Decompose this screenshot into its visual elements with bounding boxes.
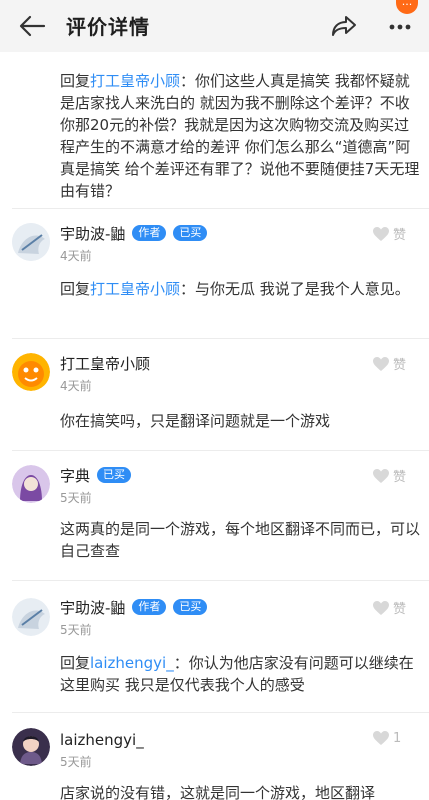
purchased-badge: 已买 — [173, 599, 208, 615]
like-button[interactable]: 赞 — [372, 224, 406, 243]
name-row: laizhengyi_ — [60, 730, 144, 750]
like-label: 赞 — [393, 228, 407, 243]
heart-icon — [373, 468, 389, 483]
comment-text: 你在搞笑吗，只是翻译问题就是一个游戏 — [60, 412, 331, 430]
like-button[interactable]: 赞 — [372, 354, 406, 373]
username[interactable]: 字典 — [60, 465, 90, 486]
reply-prefix: 回复 — [60, 654, 91, 672]
heart-icon — [373, 226, 389, 241]
author-badge: 作者 — [132, 599, 167, 615]
divider — [12, 712, 429, 713]
like-count: 1 — [393, 730, 402, 746]
share-icon[interactable] — [330, 12, 358, 40]
avatar[interactable] — [12, 598, 50, 636]
name-row: 宇助波-鼬 作者 已买 — [60, 597, 208, 618]
reply-body: ：你们这些人真是搞笑 我都怀疑就是店家找人来洗白的 就因为我不删除这个差评？不收… — [60, 72, 420, 200]
reply-target-link[interactable]: 打工皇帝小顾 — [90, 280, 180, 298]
comment-time: 5天前 — [60, 755, 92, 769]
comment-time: 4天前 — [60, 249, 92, 263]
purchased-badge: 已买 — [97, 467, 132, 483]
username[interactable]: 宇助波-鼬 — [60, 597, 125, 618]
like-button[interactable]: 1 — [372, 730, 401, 746]
like-button[interactable]: 赞 — [372, 466, 406, 485]
comment-time: 4天前 — [60, 379, 92, 393]
like-button[interactable]: 赞 — [372, 598, 406, 617]
comment-time: 5天前 — [60, 623, 92, 637]
avatar[interactable] — [12, 353, 50, 391]
divider — [12, 450, 429, 451]
name-row: 打工皇帝小顾 — [60, 353, 150, 373]
heart-icon — [373, 356, 389, 371]
comment-time: 5天前 — [60, 491, 92, 505]
name-row: 宇助波-鼬 作者 已买 — [60, 223, 208, 244]
username[interactable]: 打工皇帝小顾 — [60, 353, 150, 374]
reply-target-link[interactable]: 打工皇帝小顾 — [90, 72, 180, 90]
purchased-badge: 已买 — [173, 225, 208, 241]
name-row: 字典 已买 — [60, 465, 132, 486]
comment-text: 这两真的是同一个游戏，每个地区翻译不同而已，可以自己查查 — [60, 520, 421, 560]
page-title: 评价详情 — [66, 15, 150, 39]
comment-text: 回复打工皇帝小顾：你们这些人真是搞笑 我都怀疑就是店家找人来洗白的 就因为我不删… — [60, 70, 422, 202]
reply-prefix: 回复 — [60, 72, 91, 90]
avatar[interactable] — [12, 728, 50, 766]
reply-prefix: 回复 — [60, 280, 91, 298]
username[interactable]: 宇助波-鼬 — [60, 223, 125, 244]
reply-body: ：与你无瓜 我说了是我个人意见。 — [180, 280, 410, 298]
comment-text: 回复打工皇帝小顾：与你无瓜 我说了是我个人意见。 — [60, 278, 422, 300]
comment-text: 店家说的没有错，这就是同一个游戏，地区翻译 — [60, 784, 376, 800]
divider — [12, 208, 429, 209]
comment-text: 回复laizhengyi_：你认为他店家没有问题可以继续在这里购买 我只是仅代表… — [60, 652, 422, 696]
like-label: 赞 — [393, 470, 407, 485]
reply-target-link[interactable]: laizhengyi_ — [90, 654, 174, 672]
back-arrow-icon[interactable] — [18, 13, 46, 39]
heart-icon — [373, 731, 389, 745]
divider — [12, 338, 429, 339]
avatar[interactable] — [12, 223, 50, 261]
avatar[interactable] — [12, 465, 50, 503]
heart-icon — [373, 600, 389, 615]
like-label: 赞 — [393, 602, 407, 617]
like-label: 赞 — [393, 358, 407, 373]
username[interactable]: laizhengyi_ — [60, 731, 144, 749]
more-icon[interactable] — [386, 12, 414, 40]
divider — [12, 580, 429, 581]
author-badge: 作者 — [132, 225, 167, 241]
top-bar: 评价详情 ··· — [0, 0, 429, 52]
